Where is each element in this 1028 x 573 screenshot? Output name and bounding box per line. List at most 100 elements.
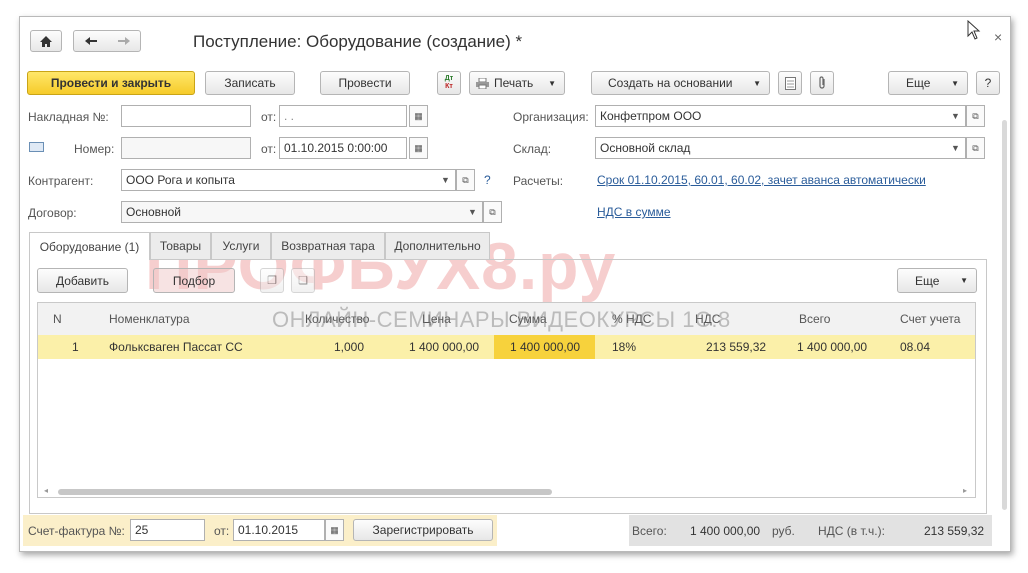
number-date-field[interactable]: 01.10.2015 0:00:00	[279, 137, 407, 159]
open-counterparty-button[interactable]: ⧉	[456, 169, 475, 191]
calendar-button[interactable]: ▦	[409, 137, 428, 159]
organization-field[interactable]: Конфетпром ООО	[595, 105, 966, 127]
tab-goods[interactable]: Товары	[150, 232, 211, 259]
print-button[interactable]: Печать ▼	[469, 71, 565, 95]
attach-file-button[interactable]	[810, 71, 834, 95]
settlements-link[interactable]: Срок 01.10.2015, 60.01, 60.02, зачет ава…	[597, 173, 926, 187]
cell-account[interactable]: 08.04	[900, 340, 930, 354]
window-title: Поступление: Оборудование (создание) *	[193, 32, 523, 51]
copy-icon: ❐	[267, 275, 277, 287]
column-header-total[interactable]: Всего	[799, 312, 830, 326]
chevron-down-icon: ▼	[468, 207, 477, 217]
copy-button[interactable]: ❐	[260, 268, 284, 293]
home-button[interactable]	[30, 30, 62, 52]
currency-label: руб.	[772, 524, 795, 538]
create-based-on-button[interactable]: Создать на основании ▼	[591, 71, 770, 95]
table-more-button[interactable]: Еще ▼	[897, 268, 977, 293]
tab-returnable-containers[interactable]: Возвратная тара	[271, 232, 385, 259]
mouse-cursor-icon	[967, 20, 981, 40]
tab-equipment[interactable]: Оборудование (1)	[29, 232, 150, 260]
cell-vat-rate[interactable]: 18%	[612, 340, 636, 354]
open-icon: ⧉	[462, 174, 469, 185]
table-row[interactable]: 1 Фольксваген Пассат СС 1,000 1 400 000,…	[38, 335, 975, 359]
scroll-right-icon[interactable]: ▸	[963, 486, 967, 495]
watermark-tagline: ОНЛАЙН-СЕМИНАРЫ ВИДЕОКУРСЫ 1С:8	[272, 307, 731, 332]
cell-vat[interactable]: 213 559,32	[706, 340, 766, 354]
cell-total[interactable]: 1 400 000,00	[797, 340, 867, 354]
counterparty-dropdown[interactable]: ▼	[436, 169, 455, 191]
calendar-icon: ▦	[330, 524, 339, 535]
calendar-icon: ▦	[414, 110, 423, 121]
contract-dropdown[interactable]: ▼	[463, 201, 482, 223]
window-scrollbar[interactable]	[1002, 120, 1007, 510]
document-icon	[784, 76, 796, 90]
report-button[interactable]	[778, 71, 802, 95]
select-items-button[interactable]: Подбор	[153, 268, 235, 293]
open-contract-button[interactable]: ⧉	[483, 201, 502, 223]
sf-date-field[interactable]: 01.10.2015	[233, 519, 325, 541]
invoice-date-field[interactable]: . .	[279, 105, 407, 127]
invoice-number-label: Накладная №:	[28, 110, 109, 124]
contract-label: Договор:	[28, 206, 77, 220]
forward-arrow-icon[interactable]	[117, 36, 131, 46]
open-organization-button[interactable]: ⧉	[966, 105, 985, 127]
create-based-on-label: Создать на основании	[608, 76, 733, 90]
paste-button[interactable]: ❏	[291, 268, 315, 293]
chevron-down-icon: ▼	[753, 78, 761, 88]
add-row-button[interactable]: Добавить	[37, 268, 128, 293]
save-button[interactable]: Записать	[205, 71, 295, 95]
tab-services[interactable]: Услуги	[211, 232, 271, 259]
paste-icon: ❏	[298, 275, 308, 287]
chevron-down-icon: ▼	[548, 78, 556, 88]
cell-item[interactable]: Фольксваген Пассат СС	[109, 340, 243, 354]
chevron-down-icon: ▼	[441, 175, 450, 185]
calendar-button[interactable]: ▦	[325, 519, 344, 541]
print-label: Печать	[494, 76, 534, 90]
vat-in-amount-link[interactable]: НДС в сумме	[597, 205, 671, 219]
calendar-button[interactable]: ▦	[409, 105, 428, 127]
contract-field[interactable]: Основной	[121, 201, 483, 223]
counterparty-help-link[interactable]: ?	[484, 173, 491, 187]
invoice-number-field[interactable]	[121, 105, 251, 127]
cell-n: 1	[72, 340, 79, 354]
total-label: Всего:	[632, 524, 667, 538]
scroll-left-icon[interactable]: ◂	[44, 486, 48, 495]
dt-kt-button[interactable]: Дт Кт	[437, 71, 461, 95]
open-icon: ⧉	[489, 206, 496, 217]
sf-date-label: от:	[214, 524, 230, 538]
warehouse-field[interactable]: Основной склад	[595, 137, 966, 159]
more-button[interactable]: Еще ▼	[888, 71, 968, 95]
vat-total-label: НДС (в т.ч.):	[818, 524, 885, 538]
tab-additional[interactable]: Дополнительно	[385, 232, 490, 259]
cell-price[interactable]: 1 400 000,00	[409, 340, 479, 354]
open-icon: ⧉	[972, 142, 979, 153]
counterparty-field[interactable]: ООО Рога и копыта	[121, 169, 456, 191]
back-arrow-icon[interactable]	[84, 36, 98, 46]
sf-number-field[interactable]: 25	[130, 519, 205, 541]
post-button[interactable]: Провести	[320, 71, 410, 95]
organization-dropdown[interactable]: ▼	[946, 105, 965, 127]
help-button[interactable]: ?	[976, 71, 1000, 95]
register-button[interactable]: Зарегистрировать	[353, 519, 493, 541]
invoice-date-label: от:	[261, 110, 277, 124]
home-icon	[40, 35, 52, 47]
number-field[interactable]	[121, 137, 251, 159]
post-and-close-button[interactable]: Провести и закрыть	[27, 71, 195, 95]
column-header-account[interactable]: Счет учета	[900, 312, 960, 326]
vat-total-value: 213 559,32	[924, 524, 985, 538]
cell-amount[interactable]: 1 400 000,00	[510, 340, 580, 354]
warehouse-label: Склад:	[513, 142, 552, 156]
more-label: Еще	[906, 76, 931, 90]
close-window-button[interactable]: ×	[994, 29, 1002, 45]
column-header-n[interactable]: N	[53, 312, 62, 326]
chevron-down-icon: ▼	[951, 111, 960, 121]
cell-quantity[interactable]: 1,000	[334, 340, 364, 354]
number-date-label: от:	[261, 142, 277, 156]
open-warehouse-button[interactable]: ⧉	[966, 137, 985, 159]
chevron-down-icon: ▼	[960, 276, 968, 285]
column-header-item[interactable]: Номенклатура	[109, 312, 190, 326]
horizontal-scrollbar[interactable]	[58, 489, 552, 495]
open-icon: ⧉	[972, 110, 979, 121]
warehouse-dropdown[interactable]: ▼	[946, 137, 965, 159]
sf-number-label: Счет-фактура №:	[28, 524, 125, 538]
